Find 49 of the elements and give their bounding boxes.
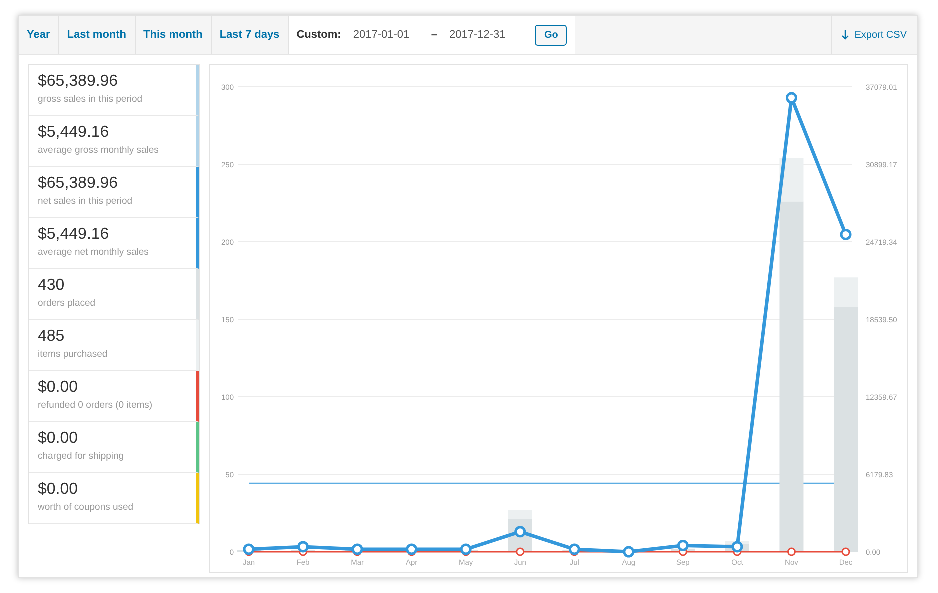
range-tab[interactable]: Year: [19, 16, 60, 54]
data-point: [623, 546, 635, 558]
legend-item[interactable]: 430 orders placed: [29, 269, 199, 320]
legend-value: $65,389.96: [38, 175, 120, 193]
range-tab[interactable]: This month: [136, 16, 212, 54]
legend-value: $0.00: [38, 430, 80, 448]
data-point: [298, 541, 310, 553]
legend-item[interactable]: $65,389.96 gross sales in this period: [29, 65, 199, 116]
legend-value: 485: [38, 328, 66, 346]
go-button[interactable]: Go: [535, 24, 568, 46]
legend-value: $0.00: [38, 379, 80, 397]
legend-label: average net monthly sales: [38, 247, 150, 258]
legend-value: $5,449.16: [38, 226, 110, 244]
custom-range-tab[interactable]: Custom: 2017-01-01 – 2017-12-31 Go: [288, 16, 576, 54]
data-point: [732, 541, 744, 553]
legend-value: $65,389.96: [38, 73, 120, 91]
legend-value: $0.00: [38, 481, 80, 499]
data-point: [514, 526, 526, 538]
legend-label: average gross monthly sales: [38, 145, 160, 156]
data-point: [786, 92, 798, 104]
legend-label: items purchased: [38, 349, 109, 360]
legend-item[interactable]: $0.00 refunded 0 orders (0 items): [29, 371, 199, 422]
legend-item[interactable]: 485 items purchased: [29, 320, 199, 371]
data-point: [677, 540, 689, 552]
legend-label: refunded 0 orders (0 items): [38, 400, 154, 411]
legend-value: $5,449.16: [38, 124, 110, 142]
range-tab[interactable]: Last month: [59, 16, 136, 54]
date-field[interactable]: 2017-01-01: [353, 29, 420, 41]
legend-item[interactable]: $0.00 worth of coupons used: [29, 473, 199, 524]
legend-label: worth of coupons used: [38, 502, 135, 513]
data-point: [406, 544, 418, 556]
data-point: [516, 548, 525, 556]
download-icon: [842, 30, 849, 40]
export-link[interactable]: Export CSV: [830, 16, 917, 54]
legend-item[interactable]: $65,389.96 net sales in this period: [29, 167, 199, 218]
date-separator: –: [431, 29, 438, 41]
data-point: [787, 548, 796, 556]
custom-label: Custom:: [296, 29, 342, 41]
data-point: [840, 228, 852, 240]
legend-label: gross sales in this period: [38, 94, 144, 105]
legend-item[interactable]: $0.00 charged for shipping: [29, 422, 199, 473]
legend-item[interactable]: $5,449.16 average net monthly sales: [29, 218, 199, 269]
legend-label: orders placed: [38, 298, 97, 309]
legend-label: charged for shipping: [38, 451, 126, 462]
legend-item[interactable]: $5,449.16 average gross monthly sales: [29, 116, 199, 167]
legend-value: 430: [38, 277, 66, 295]
date-field[interactable]: 2017-12-31: [449, 29, 516, 41]
legend-label: net sales in this period: [38, 196, 134, 207]
data-point: [842, 548, 850, 556]
